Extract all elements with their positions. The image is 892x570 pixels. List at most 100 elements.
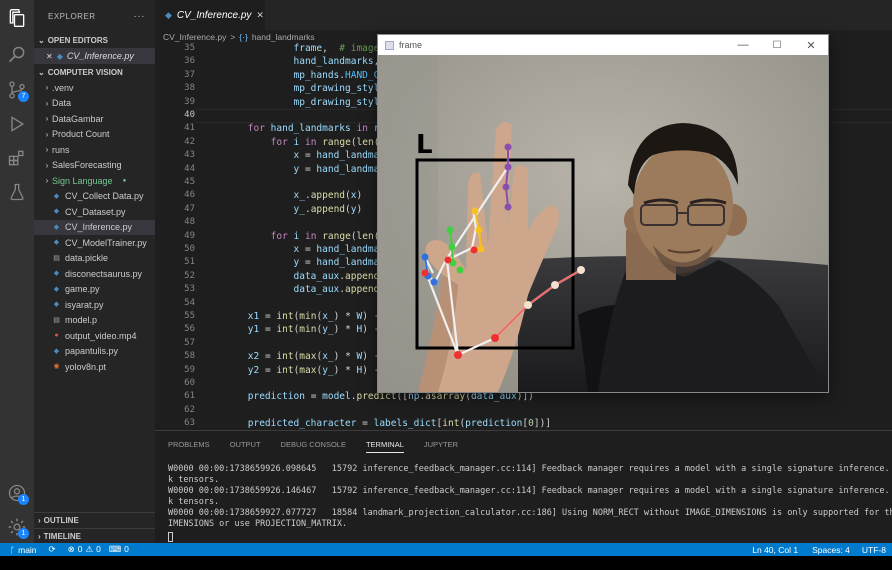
panel-tab-terminal[interactable]: TERMINAL <box>365 440 404 453</box>
panel-tabs: PROBLEMS OUTPUT DEBUG CONSOLE TERMINAL JUPYT… <box>168 440 458 453</box>
tab-close-icon[interactable]: ✕ <box>256 10 264 21</box>
close-icon[interactable]: ✕ <box>46 52 53 61</box>
code-line[interactable]: mp_hands.HAND_CO <box>202 70 386 81</box>
tree-item[interactable]: › Sign Language ● <box>34 173 155 189</box>
code-line[interactable]: y = hand_landmar <box>202 257 386 268</box>
code-line[interactable]: x1 = int(min(x_) * W) - <box>202 311 380 322</box>
tree-item[interactable]: ◆ CV_Dataset.py <box>34 204 155 220</box>
line-number: 56 <box>184 324 195 335</box>
breadcrumb-file[interactable]: CV_Inference.py <box>163 32 226 42</box>
timeline-section[interactable]: › TIMELINE <box>34 528 155 544</box>
indentation[interactable]: Spaces: 4 <box>812 545 850 555</box>
chevron-right-icon: › <box>45 114 49 124</box>
line-number: 43 <box>184 150 195 161</box>
source-control-icon[interactable]: 7 <box>5 78 29 102</box>
line-number: 50 <box>184 244 195 254</box>
terminal-output[interactable]: W0000 00:00:1738659926.098645 15792 infe… <box>168 464 892 530</box>
tree-item[interactable]: ◆ papantulis.py <box>34 344 155 360</box>
tree-item[interactable]: › DataGambar <box>34 111 155 127</box>
panel-tab-output[interactable]: OUTPUT <box>230 440 261 453</box>
manage-gear-icon[interactable]: 1 <box>5 515 29 539</box>
frame-title-bar[interactable]: frame — ☐ ✕ <box>378 35 828 55</box>
branch-item[interactable]: ᚴ main <box>10 545 37 555</box>
more-actions-icon[interactable]: ··· <box>134 11 146 22</box>
code-line[interactable]: x = hand_landmar <box>202 150 386 161</box>
line-number: 54 <box>184 297 195 308</box>
panel-tab-jupyter[interactable]: JUPYTER <box>424 440 458 453</box>
tree-item[interactable]: › .venv <box>34 80 155 96</box>
tree-item[interactable]: › runs <box>34 142 155 158</box>
tree-item[interactable]: › SalesForecasting <box>34 158 155 174</box>
panel-tab-problems[interactable]: PROBLEMS <box>168 440 210 453</box>
code-line[interactable]: data_aux.append( <box>202 271 386 282</box>
tree-item[interactable]: ▤ data.pickle <box>34 251 155 267</box>
code-line[interactable]: for i in range(len(h <box>202 137 386 148</box>
explorer-icon[interactable] <box>5 6 29 30</box>
cursor-position[interactable]: Ln 40, Col 1 <box>752 545 798 555</box>
line-number: 49 <box>184 230 195 241</box>
line-number: 63 <box>184 418 195 429</box>
tree-item[interactable]: ◆ CV_Inference.py <box>34 219 155 235</box>
open-editors-section[interactable]: ⌄ OPEN EDITORS <box>34 32 155 48</box>
close-icon[interactable]: ✕ <box>794 39 828 52</box>
python-file-icon: ◆ <box>53 192 60 200</box>
tree-item[interactable]: ◆ disconectsaurus.py <box>34 266 155 282</box>
minimize-icon[interactable]: — <box>726 39 760 51</box>
project-section[interactable]: ⌄ COMPUTER VISION <box>34 64 155 80</box>
code-line[interactable]: prediction = model.predict([np.asarray(d… <box>202 391 534 402</box>
opencv-frame-window[interactable]: frame — ☐ ✕ L <box>377 34 829 393</box>
code-line[interactable]: y1 = int(min(y_) * H) - <box>202 324 380 335</box>
sync-icon[interactable]: ⟳ <box>49 544 56 555</box>
python-file-icon: ◆ <box>56 51 63 61</box>
code-line[interactable]: x = hand_landmar <box>202 244 386 255</box>
code-line[interactable]: for i in range(len(h <box>202 231 386 242</box>
outline-section[interactable]: › OUTLINE <box>34 512 155 528</box>
tree-item-label: SalesForecasting <box>52 160 122 171</box>
status-bar: ᚴ main ⟳ ⊗ 0 ⚠ 0 ⌨ 0 Ln 40, Col 1 Spaces… <box>0 543 892 556</box>
line-number: 61 <box>184 391 195 402</box>
code-line[interactable]: y_.append(y) <box>202 204 363 215</box>
tree-item[interactable]: ▤ model.p <box>34 313 155 329</box>
panel-tab-debug-console[interactable]: DEBUG CONSOLE <box>281 440 346 453</box>
code-line[interactable]: y2 = int(max(y_) * H) - <box>202 365 380 376</box>
tree-item[interactable]: ◆ isyarat.py <box>34 297 155 313</box>
testing-flask-icon[interactable] <box>5 180 29 204</box>
extensions-icon[interactable] <box>5 146 29 170</box>
run-debug-icon[interactable] <box>5 112 29 136</box>
code-line[interactable]: predicted_character = labels_dict[int(pr… <box>202 418 551 429</box>
tree-item-label: Product Count <box>52 129 110 140</box>
line-number: 51 <box>184 257 195 268</box>
search-icon[interactable] <box>5 43 29 67</box>
code-line[interactable]: data_aux.append( <box>202 284 386 295</box>
accounts-icon[interactable]: 1 <box>5 481 29 505</box>
file-icon: ▤ <box>53 316 60 324</box>
tree-item[interactable]: ◆ game.py <box>34 282 155 298</box>
tree-item[interactable]: ◉ yolov8n.pt <box>34 359 155 375</box>
tree-item[interactable]: ◆ CV_ModelTrainer.py <box>34 235 155 251</box>
terminal-line: IMENSIONS or use PROJECTION_MATRIX. <box>168 519 348 529</box>
line-number: 59 <box>184 364 195 375</box>
tree-item[interactable]: › Data <box>34 96 155 112</box>
problems-item[interactable]: ⊗ 0 ⚠ 0 <box>68 544 101 555</box>
chevron-right-icon: › <box>45 160 49 170</box>
tree-item[interactable]: ● output_video.mp4 <box>34 328 155 344</box>
maximize-icon[interactable]: ☐ <box>760 40 794 51</box>
tab-cv-inference[interactable]: ◆ CV_Inference.py ✕ <box>155 0 265 30</box>
code-line[interactable]: mp_drawing_style <box>202 83 386 94</box>
breadcrumb-symbol[interactable]: hand_landmarks <box>252 32 315 42</box>
code-line[interactable]: frame, # image <box>202 43 380 54</box>
tree-item[interactable]: › Product Count <box>34 127 155 143</box>
line-number: 57 <box>184 337 195 348</box>
line-number: 45 <box>184 177 195 187</box>
ports-item[interactable]: ⌨ 0 <box>109 544 129 555</box>
code-line[interactable]: mp_drawing_style <box>202 97 386 108</box>
code-line[interactable]: for hand_landmarks in re <box>202 123 385 134</box>
code-line[interactable]: x_.append(x) <box>202 190 363 201</box>
tree-item[interactable]: ◆ CV_Collect Data.py <box>34 189 155 205</box>
python-file-icon: ◆ <box>53 347 60 355</box>
open-editor-item[interactable]: ✕ ◆ CV_Inference.py <box>34 48 155 64</box>
code-line[interactable]: hand_landmarks, <box>202 56 380 67</box>
encoding[interactable]: UTF-8 <box>862 545 886 555</box>
code-line[interactable]: x2 = int(max(x_) * W) - <box>202 351 380 362</box>
code-line[interactable]: y = hand_landmar <box>202 164 386 175</box>
